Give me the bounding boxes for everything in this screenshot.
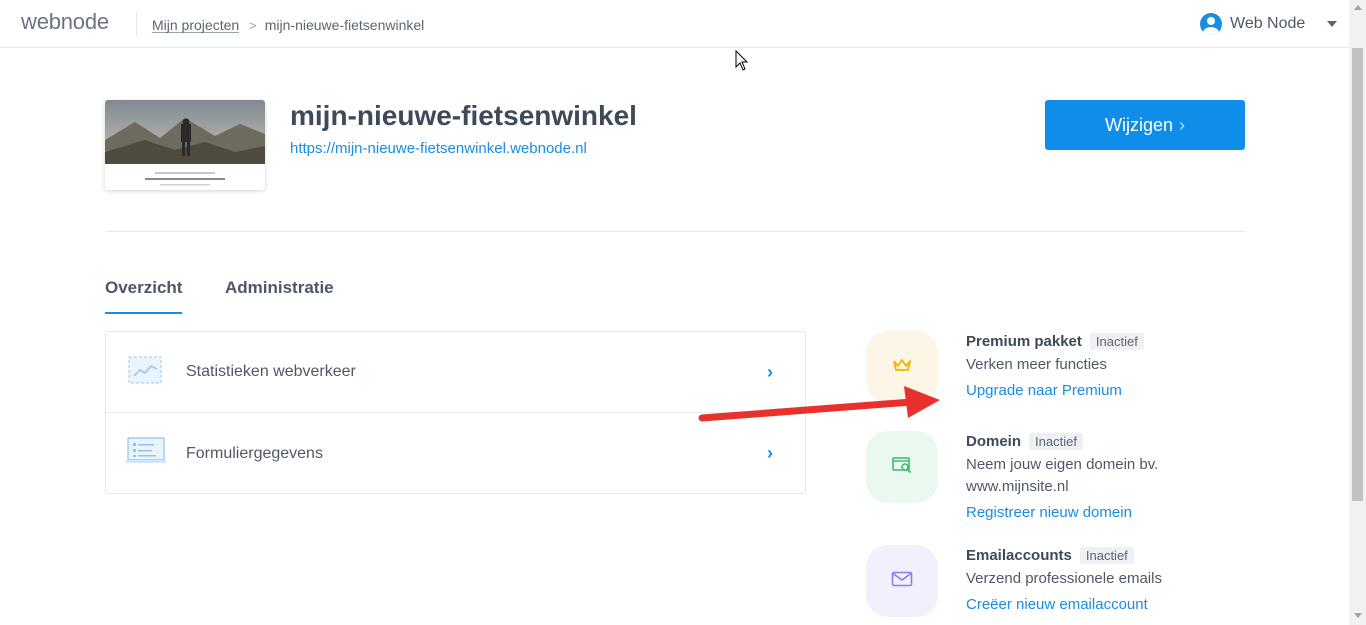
user-name: Web Node [1230, 15, 1306, 32]
status-badge: Inactief [1079, 547, 1134, 564]
chevron-right-icon: > [249, 17, 257, 33]
domain-description-line: www.mijnsite.nl [966, 478, 1069, 495]
project-thumbnail[interactable] [105, 100, 265, 190]
user-avatar-icon [1200, 13, 1222, 35]
domain-search-icon [891, 456, 913, 479]
scroll-up-arrow-icon[interactable] [1354, 5, 1362, 10]
scroll-down-arrow-icon[interactable] [1354, 613, 1362, 618]
tab-overview[interactable]: Overzicht [105, 278, 183, 314]
premium-package-title: Premium pakket Inactief [966, 333, 1144, 350]
project-title: mijn-nieuwe-fietsenwinkel [290, 100, 637, 131]
page-scrollbar[interactable] [1349, 0, 1366, 625]
domain-icon-tile [866, 431, 938, 503]
list-item-label: Statistieken webverkeer [186, 363, 356, 380]
service-title-text: Premium pakket [966, 333, 1082, 350]
chevron-right-icon: › [1179, 114, 1186, 135]
status-badge: Inactief [1089, 333, 1144, 350]
project-url-link[interactable]: https://mijn-nieuwe-fietsenwinkel.webnod… [290, 140, 587, 157]
breadcrumb-current-project: mijn-nieuwe-fietsenwinkel [264, 17, 425, 33]
mouse-cursor-icon [735, 50, 749, 71]
upgrade-premium-link[interactable]: Upgrade naar Premium [966, 382, 1122, 399]
list-item-label: Formuliergegevens [186, 444, 323, 462]
service-title-text: Domein [966, 433, 1022, 450]
status-badge: Inactief [1029, 433, 1083, 450]
chevron-right-icon: › [767, 443, 773, 463]
email-accounts-icon-tile [866, 545, 938, 617]
premium-package-description: Verken meer functies [966, 356, 1107, 373]
form-data-icon [126, 435, 166, 472]
caret-down-icon [1327, 21, 1338, 27]
domain-description-line: Neem jouw eigen domein bv. [966, 456, 1159, 473]
header-separator [136, 12, 137, 36]
register-domain-link[interactable]: Registreer nieuw domein [966, 504, 1132, 521]
mail-icon [891, 571, 913, 592]
section-divider [105, 231, 1245, 232]
red-annotation-arrow-icon [698, 386, 940, 422]
breadcrumb-my-projects-link[interactable]: Mijn projecten [152, 18, 240, 33]
domain-title: Domein Inactief [966, 433, 1083, 450]
top-navigation-bar: webnode Mijn projecten > mijn-nieuwe-fie… [0, 0, 1349, 48]
create-email-account-link[interactable]: Creëer nieuw emailaccount [966, 596, 1148, 613]
email-accounts-description: Verzend professionele emails [966, 570, 1162, 587]
edit-button-label: Wijzigen [1104, 114, 1174, 135]
scrollbar-thumb[interactable] [1352, 48, 1363, 501]
email-accounts-title: Emailaccounts Inactief [966, 547, 1134, 564]
domain-description: Neem jouw eigen domein bv. www.mijnsite.… [966, 454, 1158, 498]
stats-chart-icon [126, 354, 164, 391]
edit-project-button[interactable]: Wijzigen › [1045, 100, 1245, 150]
crown-icon [892, 357, 912, 378]
service-title-text: Emailaccounts [966, 547, 1072, 564]
user-menu[interactable]: Web Node [1200, 13, 1338, 35]
tab-administration[interactable]: Administratie [225, 278, 334, 312]
breadcrumb: Mijn projecten > mijn-nieuwe-fietsenwink… [152, 17, 424, 33]
webnode-logo[interactable]: webnode [21, 9, 109, 35]
